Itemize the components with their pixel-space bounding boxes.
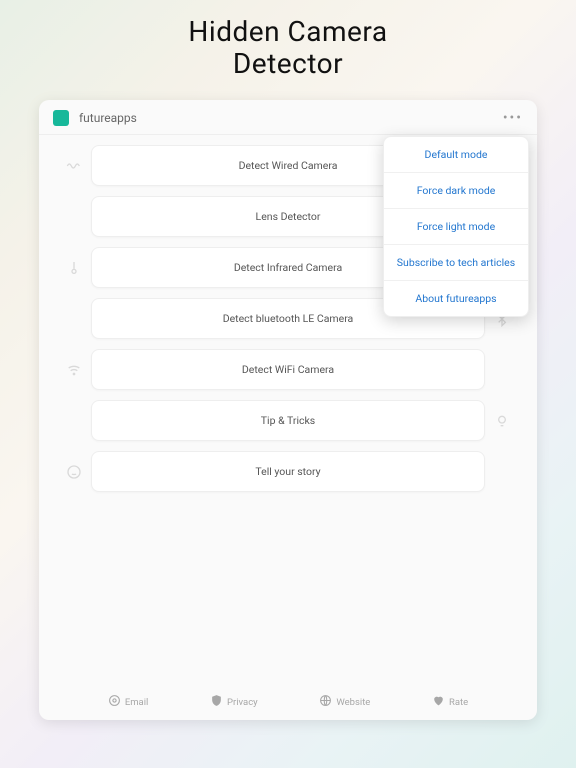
bulb-icon xyxy=(485,413,519,429)
footer-email[interactable]: Email xyxy=(108,694,149,710)
at-icon xyxy=(108,694,121,710)
feature-button[interactable]: Tell your story xyxy=(91,451,485,492)
app-card: futureapps ••• Detect Wired CameraLens D… xyxy=(39,100,537,720)
footer-label: Privacy xyxy=(227,697,258,708)
footer-label: Email xyxy=(125,697,149,708)
feature-button[interactable]: Tip & Tricks xyxy=(91,400,485,441)
footer-label: Rate xyxy=(449,697,468,708)
smile-icon xyxy=(57,464,91,480)
feature-row: Tip & Tricks xyxy=(57,400,519,441)
feature-button[interactable]: Detect WiFi Camera xyxy=(91,349,485,390)
globe-icon xyxy=(319,694,332,710)
app-header: futureapps ••• xyxy=(39,100,537,135)
page-title: Hidden CameraDetector xyxy=(0,0,576,92)
wave-icon xyxy=(57,158,91,174)
overflow-menu: Default modeForce dark modeForce light m… xyxy=(383,136,529,317)
brand-label: futureapps xyxy=(79,111,137,125)
overflow-menu-button[interactable]: ••• xyxy=(503,110,523,126)
footer-bar: Email Privacy Website Rate xyxy=(39,694,537,710)
footer-privacy[interactable]: Privacy xyxy=(210,694,258,710)
footer-website[interactable]: Website xyxy=(319,694,370,710)
thermo-icon xyxy=(57,260,91,276)
menu-item[interactable]: Default mode xyxy=(384,137,528,173)
wifi-icon xyxy=(57,362,91,378)
menu-item[interactable]: Force light mode xyxy=(384,209,528,245)
footer-label: Website xyxy=(336,697,370,708)
menu-item[interactable]: About futureapps xyxy=(384,281,528,316)
footer-rate[interactable]: Rate xyxy=(432,694,468,710)
app-logo xyxy=(53,110,69,126)
heart-icon xyxy=(432,694,445,710)
feature-row: Tell your story xyxy=(57,451,519,492)
menu-item[interactable]: Subscribe to tech articles xyxy=(384,245,528,281)
menu-item[interactable]: Force dark mode xyxy=(384,173,528,209)
feature-row: Detect WiFi Camera xyxy=(57,349,519,390)
shield-icon xyxy=(210,694,223,710)
